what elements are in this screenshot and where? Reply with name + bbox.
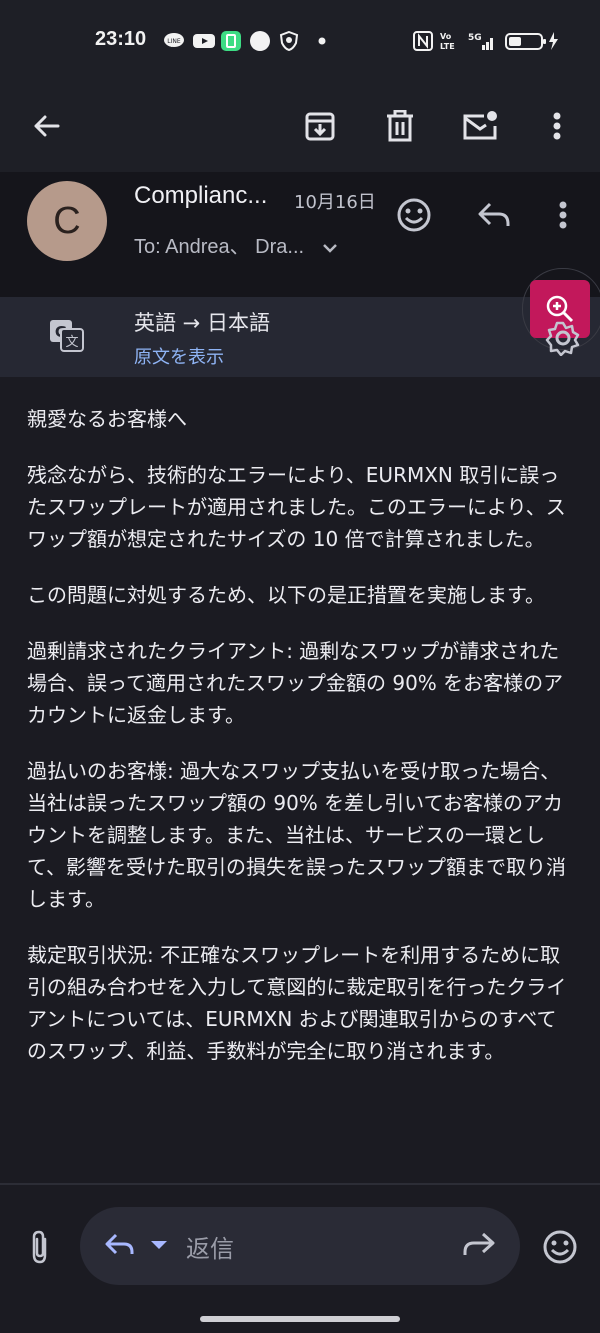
body-paragraph: 残念ながら、技術的なエラーにより、EURMXN 取引に誤ったスワップレートが適用… — [27, 463, 566, 551]
recipients-text: To: Andrea、 Dra... — [134, 236, 305, 258]
add-reaction-button[interactable] — [392, 193, 436, 237]
attachment-icon — [32, 1230, 47, 1264]
status-bar: 23:10 LINE Vo LTE 5G — [0, 0, 600, 80]
reply-icon — [478, 202, 510, 226]
sender-name[interactable]: Complianc... — [134, 182, 267, 210]
body-paragraph: 過剰請求されたクライアント: 過剰なスワップが請求された場合、誤って適用されたス… — [27, 639, 564, 727]
translation-settings-button[interactable] — [545, 320, 581, 356]
emoji-reaction-button[interactable] — [540, 1225, 580, 1269]
sender-avatar[interactable]: C — [27, 181, 107, 261]
line-app-icon: LINE — [163, 32, 185, 50]
reply-button[interactable] — [470, 193, 518, 237]
archive-icon — [305, 112, 335, 141]
body-paragraph: 親愛なるお客様へ — [27, 407, 187, 431]
svg-text:文: 文 — [65, 335, 78, 350]
shield-app-icon — [279, 31, 299, 51]
reply-placeholder: 返信 — [186, 1235, 234, 1263]
message-more-button[interactable] — [548, 193, 578, 237]
gesture-home-indicator[interactable] — [200, 1316, 400, 1322]
status-time: 23:10 — [95, 28, 147, 50]
email-date: 10月16日 — [294, 192, 376, 213]
email-body: 親愛なるお客様へ 残念ながら、技術的なエラーにより、EURMXN 取引に誤ったス… — [27, 403, 575, 1091]
youtube-icon — [193, 32, 215, 50]
emoji-icon — [397, 198, 431, 232]
back-button[interactable] — [22, 102, 70, 150]
chevron-down-icon — [322, 243, 337, 253]
svg-text:Vo: Vo — [440, 32, 452, 41]
reply-icon — [105, 1233, 134, 1255]
archive-button[interactable] — [296, 102, 344, 150]
reply-bar: 返信 — [0, 1185, 600, 1333]
app-green-icon — [221, 31, 241, 51]
more-vert-icon — [559, 201, 567, 229]
more-notifications-dot-icon — [318, 32, 326, 50]
dropdown-arrow-icon — [151, 1241, 167, 1249]
circle-app-icon — [250, 31, 270, 51]
body-paragraph: この問題に対処するため、以下の是正措置を実施します。 — [27, 583, 545, 607]
more-vert-icon — [553, 112, 561, 140]
nfc-icon — [413, 31, 433, 51]
translation-bar: G文 英語 → 日本語 原文を表示 — [0, 297, 600, 377]
recipients[interactable]: To: Andrea、 Dra... — [134, 230, 338, 259]
translate-icon: G文 — [49, 319, 85, 353]
forward-icon — [463, 1232, 495, 1255]
email-toolbar — [0, 80, 600, 172]
translation-languages: 英語 → 日本語 — [134, 311, 270, 335]
delete-button[interactable] — [376, 102, 424, 150]
svg-text:LTE: LTE — [440, 42, 455, 51]
email-header: C Complianc... 10月16日 To: Andrea、 Dra... — [0, 172, 600, 297]
body-paragraph: 過払いのお客様: 過大なスワップ支払いを受け取った場合、当社は誤ったスワップ額の… — [27, 759, 566, 911]
mark-unread-button[interactable] — [456, 102, 504, 150]
trash-icon — [387, 110, 413, 142]
mail-unread-icon — [463, 111, 497, 140]
show-original-link[interactable]: 原文を表示 — [134, 343, 224, 369]
battery-charging-icon — [505, 32, 559, 50]
attach-button[interactable] — [20, 1223, 60, 1271]
reply-mode-selector[interactable] — [104, 1232, 172, 1260]
svg-text:5G: 5G — [468, 33, 482, 43]
emoji-icon — [543, 1230, 577, 1264]
gear-icon — [545, 321, 580, 356]
reply-input[interactable]: 返信 — [80, 1207, 520, 1285]
arrow-left-icon — [34, 115, 60, 137]
more-options-button[interactable] — [533, 102, 581, 150]
body-paragraph: 裁定取引状況: 不正確なスワップレートを利用するために取引の組み合わせを入力して… — [27, 943, 567, 1063]
forward-button[interactable] — [462, 1231, 496, 1259]
volte-icon: Vo LTE — [440, 32, 458, 51]
svg-text:LINE: LINE — [167, 38, 181, 45]
signal-5g-icon: 5G — [468, 32, 496, 50]
